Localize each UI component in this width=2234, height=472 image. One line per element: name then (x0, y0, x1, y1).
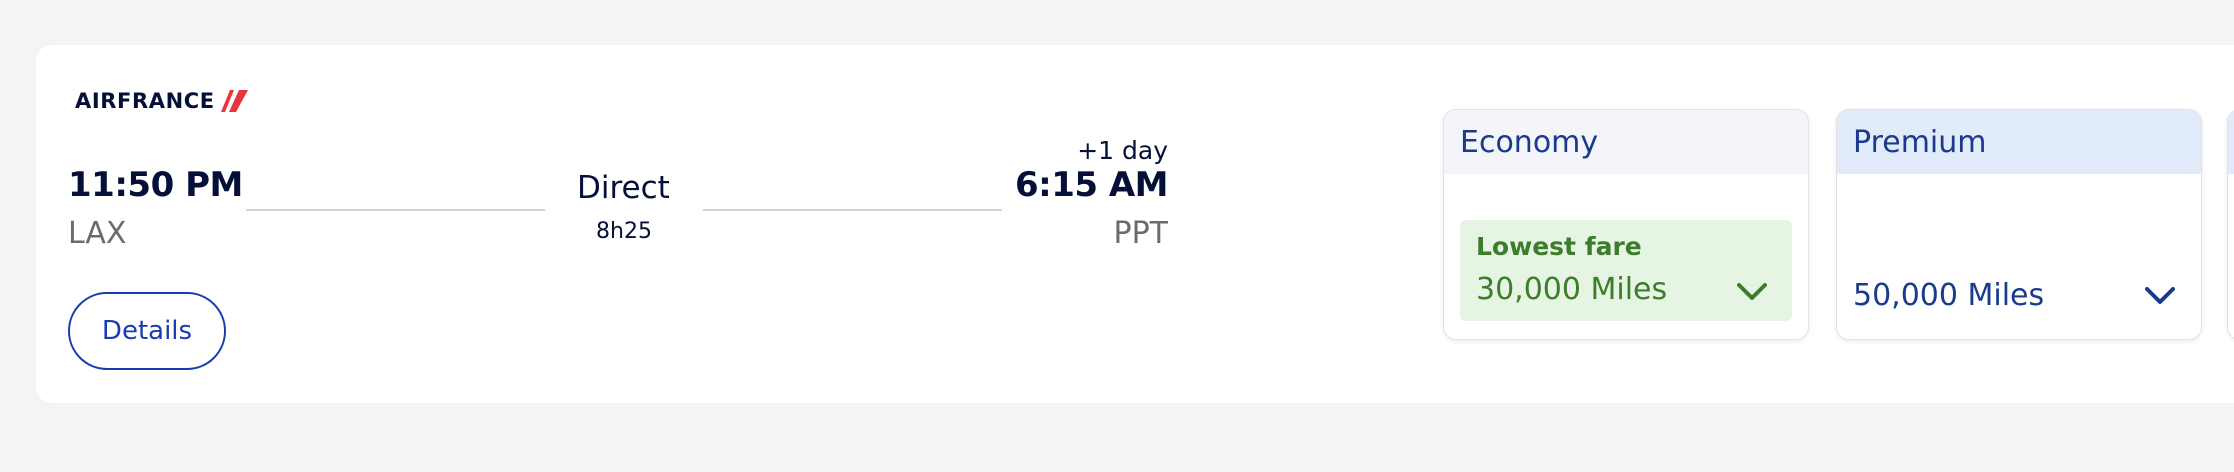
lowest-fare-badge: Lowest fare (1476, 232, 1642, 261)
economy-price: 30,000 Miles (1476, 272, 1668, 307)
route-line-right (703, 209, 1002, 211)
route-line-left (246, 209, 545, 211)
fare-option-premium[interactable]: Premium 50,000 Miles (1837, 110, 2201, 339)
airline-name: AIRFRANCE (75, 89, 215, 113)
flight-duration: 8h25 (596, 219, 652, 244)
day-offset: +1 day (1077, 136, 1168, 165)
arrival-airport: PPT (1113, 216, 1168, 251)
fare-cabin-premium: Premium (1837, 110, 2201, 174)
lowest-fare-box: Lowest fare 30,000 Miles (1460, 220, 1792, 321)
airline-logo: AIRFRANCE (75, 86, 249, 116)
departure-time: 11:50 PM (68, 165, 243, 205)
arrival-time: 6:15 AM (1014, 165, 1169, 205)
chevron-down-icon[interactable] (2144, 286, 2176, 306)
details-button[interactable]: Details (68, 292, 226, 370)
fare-cabin-economy: Economy (1444, 110, 1808, 174)
fare-cabin-partial-header (2228, 110, 2234, 174)
fare-option-partial[interactable] (2228, 110, 2234, 339)
stops-label: Direct (577, 170, 670, 206)
premium-price: 50,000 Miles (1853, 278, 2045, 313)
departure-airport: LAX (68, 216, 127, 251)
fare-option-economy[interactable]: Economy Lowest fare 30,000 Miles (1444, 110, 1808, 339)
chevron-down-icon[interactable] (1736, 282, 1768, 302)
airfrance-logo-icon (220, 90, 248, 112)
